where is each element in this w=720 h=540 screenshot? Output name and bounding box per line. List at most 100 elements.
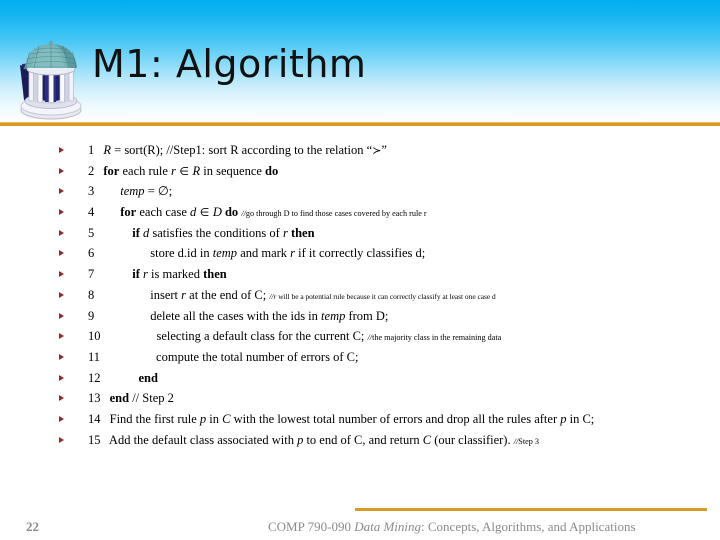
- line-number: 9: [88, 308, 95, 323]
- line-number: 10: [88, 329, 101, 344]
- algorithm-line: 9 delete all the cases with the ids in te…: [0, 306, 720, 327]
- keyword: if: [132, 225, 140, 240]
- bullet-triangle-icon: [58, 271, 64, 278]
- footer-course-text: COMP 790-090 Data Mining: Concepts, Algo…: [268, 519, 636, 535]
- line-text: each rule: [119, 163, 172, 178]
- variable: D: [212, 205, 222, 220]
- algorithm-list: 1 R = sort(R); //Step1: sort R according…: [0, 140, 720, 490]
- line-text: ”: [381, 143, 387, 157]
- line-text: from D;: [345, 308, 389, 323]
- line-number: 4: [88, 205, 95, 220]
- line-number: 15: [88, 432, 101, 447]
- keyword: end: [138, 370, 158, 385]
- keyword: for: [100, 163, 120, 178]
- line-text: at the end of C;: [186, 287, 270, 302]
- line-text: with the lowest total number of errors a…: [230, 411, 561, 426]
- algorithm-line: 2 for each rule r ∈ R in sequence do: [0, 161, 720, 182]
- inline-comment: will be a potential rule because it can …: [276, 291, 496, 301]
- bullet-triangle-icon: [58, 229, 64, 236]
- algorithm-line: 7 if r is marked then: [0, 264, 720, 285]
- line-text: selecting a default class for the curren…: [156, 329, 368, 344]
- keyword: end: [109, 391, 130, 406]
- line-text: compute the total number of errors of C;: [156, 349, 359, 364]
- line-text: in: [206, 411, 223, 426]
- line-text: each case: [136, 205, 190, 220]
- footer-divider-rule: [355, 508, 707, 511]
- line-number: 6: [88, 246, 95, 261]
- bullet-triangle-icon: [58, 436, 64, 443]
- algorithm-line: 3 temp = ∅;: [0, 181, 720, 202]
- line-text: if it correctly classifies d;: [295, 246, 426, 261]
- page-number: 22: [26, 519, 39, 534]
- line-number: 3: [88, 184, 95, 199]
- line-number: 1: [88, 143, 95, 157]
- keyword: do: [224, 205, 239, 220]
- line-text: insert: [150, 287, 182, 302]
- line-number: 7: [88, 267, 95, 282]
- bullet-triangle-icon: [58, 374, 64, 381]
- line-text: and mark: [237, 246, 291, 261]
- algorithm-line: 1 R = sort(R); //Step1: sort R according…: [0, 140, 720, 161]
- math-symbol: ∈: [175, 164, 193, 178]
- footer-course-code: COMP 790-090: [268, 519, 355, 534]
- line-text: Add the default class associated with: [106, 432, 298, 447]
- line-number: 2: [88, 163, 95, 178]
- keyword: do: [265, 163, 279, 178]
- line-text: Find the first rule: [106, 411, 200, 426]
- algorithm-line: 10 selecting a default class for the curr…: [0, 326, 720, 347]
- variable: C: [422, 432, 432, 447]
- algorithm-line: 8 insert r at the end of C; //r will be a…: [0, 285, 720, 306]
- line-text: to end of C, and return: [303, 432, 423, 447]
- bullet-triangle-icon: [58, 312, 64, 319]
- variable: temp: [120, 184, 145, 199]
- line-number: 12: [88, 370, 101, 385]
- algorithm-line: 4 for each case d ∈ D do //go through D t…: [0, 202, 720, 223]
- inline-comment: Step 3: [518, 436, 539, 446]
- algorithm-line: 13 end // Step 2: [0, 388, 720, 409]
- bullet-triangle-icon: [58, 209, 64, 216]
- inline-comment: go through D to find those cases covered…: [245, 209, 427, 219]
- header-divider-rule: [0, 122, 720, 126]
- keyword: then: [290, 225, 315, 240]
- line-text: in sequence: [200, 163, 266, 178]
- line-number: 8: [88, 287, 95, 302]
- footer-subtitle: : Concepts, Algorithms, and Applications: [421, 519, 636, 534]
- line-text: is marked: [147, 267, 204, 282]
- line-text: = sort(R); //Step1: sort R according to …: [111, 143, 373, 157]
- bullet-triangle-icon: [58, 395, 64, 402]
- keyword: if: [132, 267, 140, 282]
- bullet-triangle-icon: [58, 250, 64, 257]
- footer-book-title: Data Mining: [354, 519, 422, 534]
- bullet-triangle-icon: [58, 188, 64, 195]
- variable: temp: [321, 308, 346, 323]
- variable: temp: [212, 246, 238, 261]
- algorithm-line: 15 Add the default class associated with…: [0, 430, 720, 451]
- line-number: 11: [88, 349, 101, 364]
- old-well-logo: [12, 40, 90, 122]
- bullet-triangle-icon: [58, 167, 64, 174]
- keyword: for: [120, 205, 137, 220]
- line-text: satisfies the conditions of: [149, 225, 283, 240]
- line-text: // Step 2: [129, 391, 174, 406]
- bullet-triangle-icon: [58, 353, 64, 360]
- line-text: delete all the cases with the ids in: [150, 308, 322, 323]
- bullet-triangle-icon: [58, 333, 64, 340]
- bullet-triangle-icon: [58, 415, 64, 422]
- algorithm-line: 11 compute the total number of errors of …: [0, 347, 720, 368]
- algorithm-line: 14 Find the first rule p in C with the l…: [0, 409, 720, 430]
- algorithm-line: 6 store d.id in temp and mark r if it cor…: [0, 243, 720, 264]
- line-number: 14: [88, 411, 101, 426]
- variable: R: [192, 163, 201, 178]
- line-number: 5: [88, 225, 95, 240]
- inline-comment: the majority class in the remaining data: [372, 333, 502, 343]
- bullet-triangle-icon: [58, 291, 64, 298]
- page-title: M1: Algorithm: [92, 42, 367, 86]
- line-text: in C;: [566, 411, 595, 426]
- line-text: = ∅;: [144, 184, 173, 199]
- header-divider-highlight: [0, 122, 720, 123]
- line-text: store d.id in: [150, 246, 213, 261]
- line-number: 13: [88, 391, 101, 406]
- math-symbol: ∈: [196, 206, 213, 220]
- bullet-triangle-icon: [58, 147, 64, 153]
- line-text: (our classifier).: [431, 432, 514, 447]
